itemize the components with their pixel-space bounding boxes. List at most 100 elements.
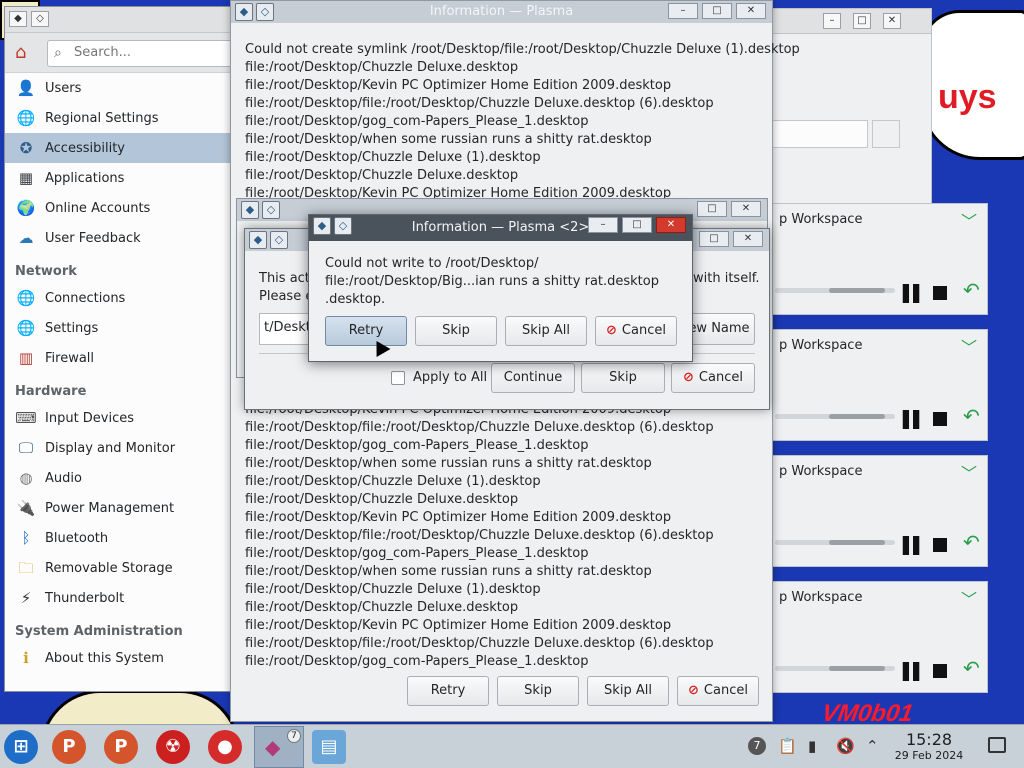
close-icon[interactable]: ✕ bbox=[731, 201, 761, 217]
log-line: file:/root/Desktop/Kevin PC Optimizer Ho… bbox=[245, 510, 672, 525]
minimize-icon[interactable]: – bbox=[823, 13, 841, 29]
resume-arrow-icon[interactable]: ↶ bbox=[963, 656, 980, 680]
system-settings-window: ◆ ◇ ⌂ ⌕ 👤 Users 🌐 Regional Settings ✪ Ac… bbox=[4, 6, 237, 692]
close-icon[interactable]: ✕ bbox=[733, 231, 763, 247]
retry-button[interactable]: Retry bbox=[407, 676, 489, 706]
task-information-windows[interactable]: ◆ 7 bbox=[254, 726, 304, 768]
pin-icon[interactable]: ◇ bbox=[31, 11, 49, 27]
chevron-up-icon[interactable]: ⌃ bbox=[866, 737, 879, 755]
app-launcher-icon[interactable]: P bbox=[52, 730, 86, 764]
maximize-icon[interactable]: □ bbox=[702, 3, 732, 19]
sidebar-item-online-accounts[interactable]: 🌍 Online Accounts bbox=[5, 193, 235, 223]
sidebar-item-display-monitor[interactable]: 🖵 Display and Monitor bbox=[5, 433, 235, 463]
stop-icon[interactable] bbox=[933, 538, 947, 552]
stop-icon[interactable] bbox=[933, 412, 947, 426]
pin-icon[interactable]: ◇ bbox=[334, 217, 352, 235]
skip-all-button[interactable]: Skip All bbox=[505, 316, 587, 346]
sidebar-item-label: Display and Monitor bbox=[45, 440, 176, 456]
maximize-icon[interactable]: □ bbox=[697, 201, 727, 217]
log-line: Could not create symlink /root/Desktop/f… bbox=[245, 42, 800, 57]
stop-icon[interactable] bbox=[933, 286, 947, 300]
dialog-message-end: with itself. bbox=[693, 271, 760, 286]
resume-arrow-icon[interactable]: ↶ bbox=[963, 530, 980, 554]
pin-icon[interactable]: ◇ bbox=[270, 231, 288, 249]
log-line: file:/root/Desktop/file:/root/Desktop/Ch… bbox=[245, 96, 714, 111]
sidebar-item-firewall[interactable]: ▥ Firewall bbox=[5, 343, 235, 373]
system-settings-icon[interactable]: ▤ bbox=[312, 730, 346, 764]
sidebar-item-users[interactable]: 👤 Users bbox=[5, 73, 235, 103]
sidebar-item-label: Regional Settings bbox=[45, 110, 159, 126]
log-line: file:/root/Desktop/when some russian run… bbox=[245, 564, 652, 579]
sidebar-item-about-system[interactable]: ℹ About this System bbox=[5, 643, 235, 673]
clock[interactable]: 15:28 29 Feb 2024 bbox=[890, 731, 968, 763]
window-menu-icon[interactable]: ◆ bbox=[249, 231, 267, 249]
battery-icon[interactable]: ▮ bbox=[808, 737, 816, 755]
window-menu-icon[interactable]: ◆ bbox=[313, 217, 331, 235]
sidebar-item-regional-settings[interactable]: 🌐 Regional Settings bbox=[5, 103, 235, 133]
sidebar-item-bluetooth[interactable]: ᛒ Bluetooth bbox=[5, 523, 235, 553]
clipboard-icon[interactable]: 📋 bbox=[778, 737, 797, 755]
search-field[interactable]: ⌕ bbox=[47, 40, 237, 67]
pause-icon[interactable]: ▌▌ bbox=[903, 662, 926, 681]
window-menu-icon[interactable]: ◆ bbox=[9, 11, 27, 27]
app-launcher-icon[interactable]: P bbox=[104, 730, 138, 764]
skip-all-button[interactable]: Skip All bbox=[587, 676, 669, 706]
sidebar-item-user-feedback[interactable]: ☁ User Feedback bbox=[5, 223, 235, 253]
sidebar-item-label: Audio bbox=[45, 470, 82, 486]
skip-button[interactable]: Skip bbox=[581, 363, 665, 393]
pause-icon[interactable]: ▌▌ bbox=[903, 410, 926, 429]
maximize-icon[interactable]: □ bbox=[699, 231, 729, 247]
radiation-app-icon[interactable]: ☢ bbox=[156, 730, 190, 764]
continue-button[interactable]: Continue bbox=[491, 363, 575, 393]
sidebar-item-audio[interactable]: ◍ Audio bbox=[5, 463, 235, 493]
cancel-button[interactable]: ⊘ Cancel bbox=[671, 363, 755, 393]
pin-icon[interactable]: ◇ bbox=[262, 201, 280, 219]
chevron-down-icon[interactable]: ﹀ bbox=[961, 208, 977, 232]
cancel-button[interactable]: ⊘ Cancel bbox=[595, 316, 677, 346]
stop-icon[interactable] bbox=[933, 664, 947, 678]
log-line: file:/root/Desktop/Kevin PC Optimizer Ho… bbox=[245, 78, 672, 93]
chevron-down-icon[interactable]: ﹀ bbox=[961, 334, 977, 358]
sidebar-item-input-devices[interactable]: ⌨ Input Devices bbox=[5, 403, 235, 433]
sidebar-item-connections[interactable]: 🌐 Connections bbox=[5, 283, 235, 313]
chevron-down-icon[interactable]: ﹀ bbox=[961, 460, 977, 484]
volume-muted-icon[interactable]: 🔇 bbox=[836, 737, 855, 755]
progress-bar bbox=[775, 540, 895, 545]
skip-button[interactable]: Skip bbox=[497, 676, 579, 706]
pause-icon[interactable]: ▌▌ bbox=[903, 284, 926, 303]
job-title: p Workspace bbox=[779, 338, 863, 353]
minimize-icon[interactable]: – bbox=[668, 3, 698, 19]
maximize-icon[interactable]: □ bbox=[853, 13, 871, 29]
game-app-icon[interactable]: ● bbox=[208, 730, 242, 764]
start-menu-icon[interactable]: ⊞ bbox=[4, 730, 38, 764]
resume-arrow-icon[interactable]: ↶ bbox=[963, 278, 980, 302]
maximize-icon[interactable]: □ bbox=[622, 217, 652, 233]
skip-button[interactable]: Skip bbox=[415, 316, 497, 346]
sidebar-item-network-settings[interactable]: 🌐 Settings bbox=[5, 313, 235, 343]
search-input[interactable] bbox=[74, 45, 224, 60]
retry-button[interactable]: Retry bbox=[325, 316, 407, 346]
home-icon[interactable]: ⌂ bbox=[15, 43, 37, 63]
resume-arrow-icon[interactable]: ↶ bbox=[963, 404, 980, 428]
pause-icon[interactable]: ▌▌ bbox=[903, 536, 926, 555]
notification-count-badge[interactable]: 7 bbox=[748, 737, 766, 755]
chevron-down-icon[interactable]: ﹀ bbox=[961, 586, 977, 610]
cancel-button[interactable]: ⊘ Cancel bbox=[677, 676, 759, 706]
sidebar-item-thunderbolt[interactable]: ⚡ Thunderbolt bbox=[5, 583, 235, 613]
sidebar-item-label: Connections bbox=[45, 290, 126, 306]
background-search-button[interactable] bbox=[872, 120, 900, 148]
apply-to-all-checkbox[interactable] bbox=[391, 371, 405, 385]
show-desktop-icon[interactable] bbox=[988, 737, 1006, 753]
minimize-icon[interactable]: – bbox=[588, 217, 618, 233]
pin-icon[interactable]: ◇ bbox=[256, 3, 274, 21]
window-menu-icon[interactable]: ◆ bbox=[241, 201, 259, 219]
window-menu-icon[interactable]: ◆ bbox=[235, 3, 253, 21]
sidebar-item-power-management[interactable]: 🔌 Power Management bbox=[5, 493, 235, 523]
suggest-new-name-button[interactable]: ew Name bbox=[683, 313, 755, 345]
close-icon[interactable]: ✕ bbox=[736, 3, 766, 19]
sidebar-item-accessibility[interactable]: ✪ Accessibility bbox=[5, 133, 235, 163]
sidebar-item-applications[interactable]: ▦ Applications bbox=[5, 163, 235, 193]
sidebar-item-removable-storage[interactable]: 🗀 Removable Storage bbox=[5, 553, 235, 583]
close-icon[interactable]: ✕ bbox=[883, 13, 901, 29]
close-icon[interactable]: ✕ bbox=[656, 217, 686, 233]
